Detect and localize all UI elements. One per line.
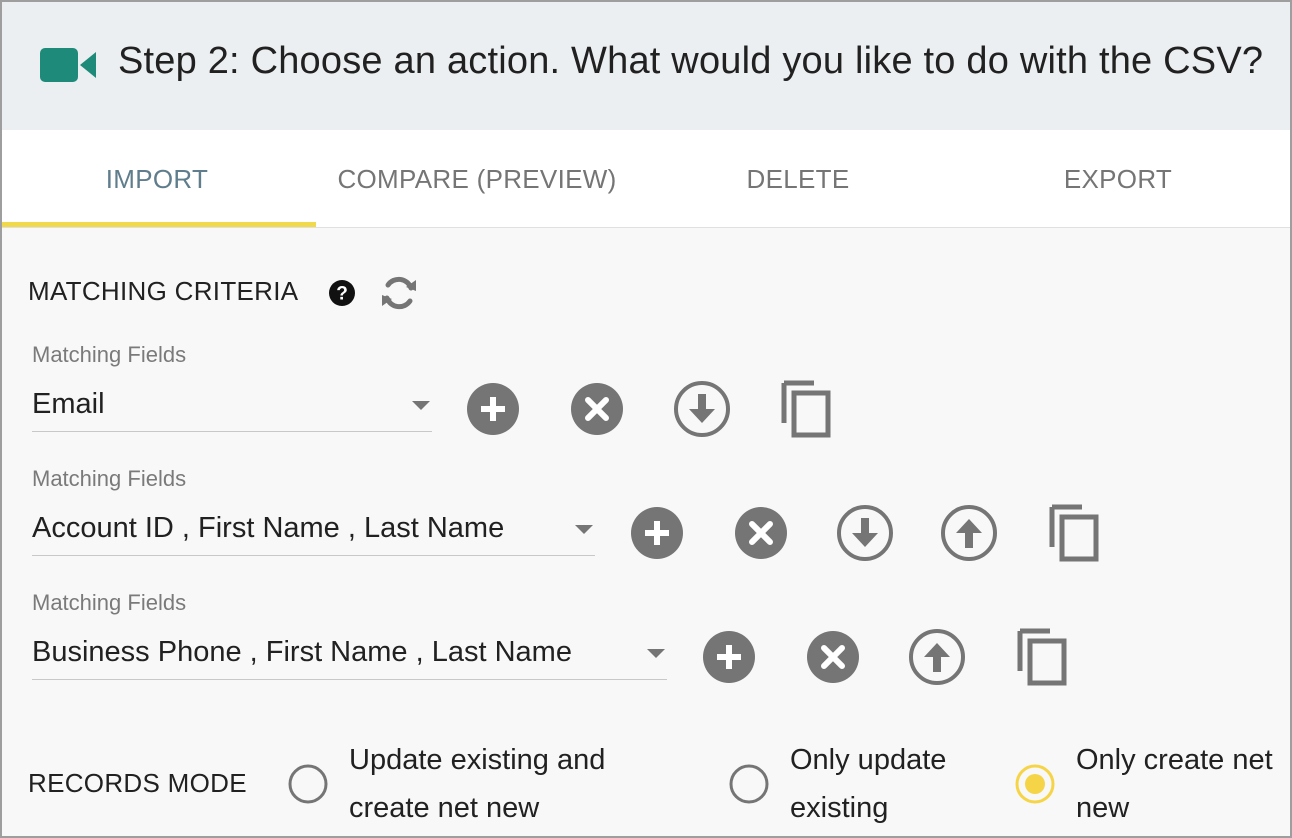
app-window: Step 2: Choose an action. What would you… xyxy=(0,0,1292,838)
tab-import[interactable]: IMPORT xyxy=(2,130,312,228)
records-mode-title: RECORDS MODE xyxy=(28,768,247,798)
chevron-down-icon xyxy=(647,649,665,658)
add-circle-icon[interactable] xyxy=(629,505,685,561)
add-circle-icon[interactable] xyxy=(465,381,521,437)
svg-text:?: ? xyxy=(336,284,348,305)
step-header: Step 2: Choose an action. What would you… xyxy=(2,2,1290,130)
remove-circle-icon[interactable] xyxy=(733,505,789,561)
copy-icon[interactable] xyxy=(778,379,836,439)
copy-icon[interactable] xyxy=(1046,503,1104,563)
radio-label: Only create net new xyxy=(1076,744,1273,824)
move-down-icon[interactable] xyxy=(672,379,732,439)
copy-icon[interactable] xyxy=(1014,627,1072,687)
step-title: Step 2: Choose an action. What would you… xyxy=(118,40,1264,82)
radio-label: Only update existing xyxy=(790,744,947,824)
refresh-icon[interactable] xyxy=(378,272,420,314)
remove-circle-icon[interactable] xyxy=(569,381,625,437)
move-down-icon[interactable] xyxy=(835,503,895,563)
chevron-down-icon xyxy=(412,401,430,410)
radio-only-update-existing[interactable] xyxy=(728,763,770,805)
move-up-icon[interactable] xyxy=(907,627,967,687)
matching-fields-label: Matching Fields xyxy=(32,342,187,367)
tab-export[interactable]: EXPORT xyxy=(954,130,1282,228)
matching-fields-label: Matching Fields xyxy=(32,466,187,491)
chevron-down-icon xyxy=(575,525,593,534)
select-value: Email xyxy=(32,388,105,420)
active-tab-indicator xyxy=(2,222,316,227)
remove-circle-icon[interactable] xyxy=(805,629,861,685)
radio-label: Update existing and create net new xyxy=(349,744,606,824)
matching-fields-label: Matching Fields xyxy=(32,590,187,615)
radio-update-existing-and-create[interactable] xyxy=(287,763,329,805)
add-circle-icon[interactable] xyxy=(701,629,757,685)
matching-criteria-title: MATCHING CRITERIA xyxy=(28,276,299,306)
tab-delete[interactable]: DELETE xyxy=(642,130,954,228)
radio-only-create-net-new[interactable] xyxy=(1014,763,1056,805)
help-icon[interactable]: ? xyxy=(328,279,356,307)
select-value: Business Phone , First Name , Last Name xyxy=(32,636,572,668)
select-value: Account ID , First Name , Last Name xyxy=(32,512,505,544)
tab-compare-preview[interactable]: COMPARE (PREVIEW) xyxy=(312,130,642,228)
matching-fields-select[interactable]: Business Phone , First Name , Last Name xyxy=(32,632,667,680)
action-tabs: IMPORT COMPARE (PREVIEW) DELETE EXPORT xyxy=(2,130,1290,228)
move-up-icon[interactable] xyxy=(939,503,999,563)
matching-fields-select[interactable]: Email xyxy=(32,384,432,432)
matching-fields-select[interactable]: Account ID , First Name , Last Name xyxy=(32,508,595,556)
video-camera-icon xyxy=(40,48,96,82)
